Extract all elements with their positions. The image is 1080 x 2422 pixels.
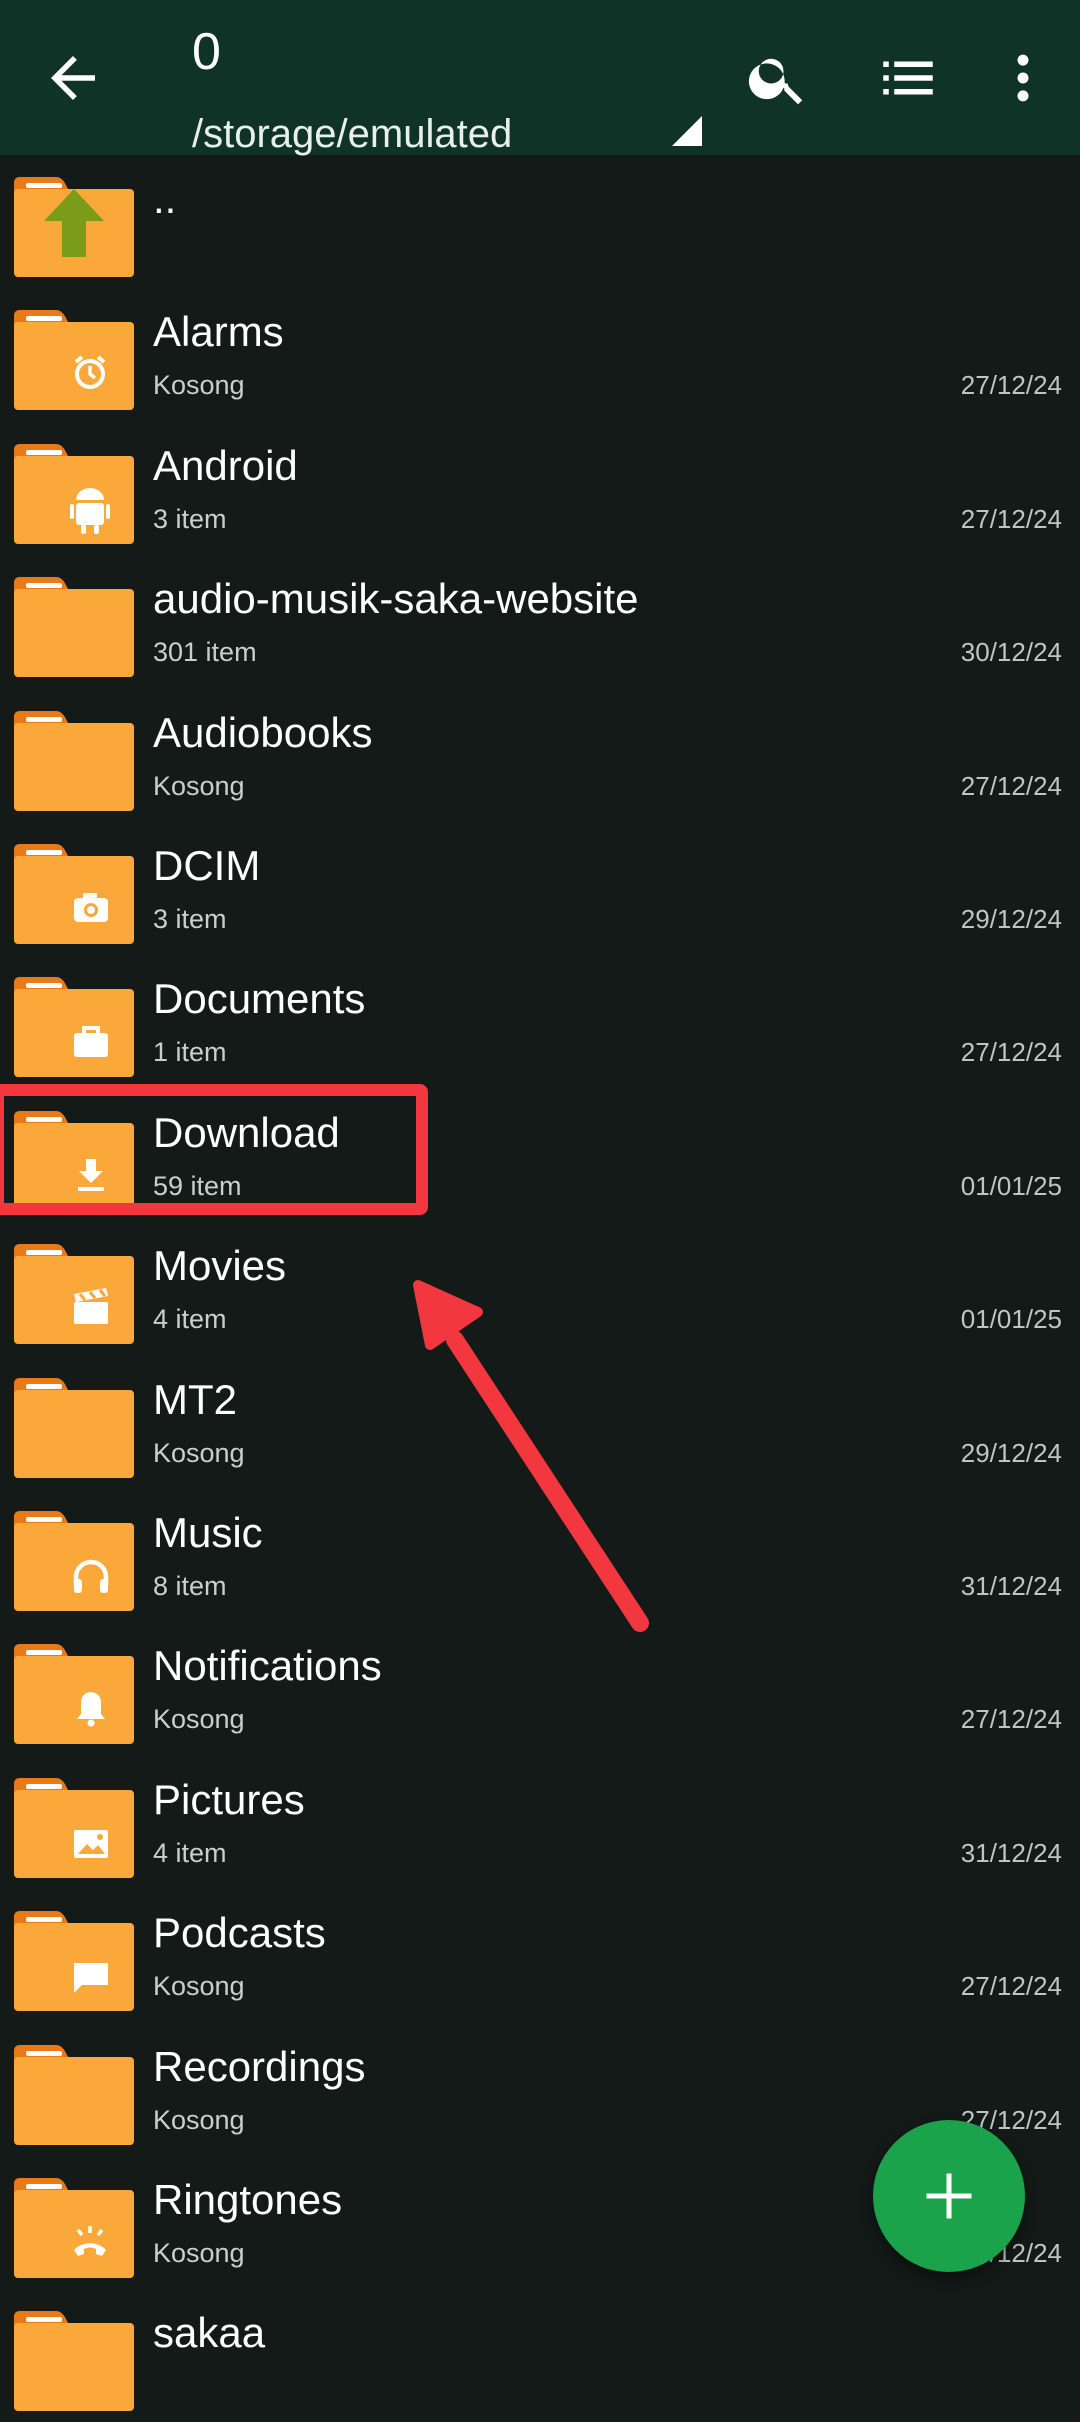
folder-date: 30/12/24 xyxy=(960,637,1062,667)
folder-item-count: 3 item xyxy=(153,904,227,934)
folder-item-count: Kosong xyxy=(153,1971,245,2001)
folder-row[interactable]: MT2 Kosong 29/12/24 xyxy=(0,1356,1080,1489)
folder-item-count: 301 item xyxy=(153,637,257,667)
more-vert-icon[interactable] xyxy=(990,45,1056,111)
folder-name: Podcasts xyxy=(153,1909,326,1956)
ringtone-folder-icon xyxy=(12,2176,136,2280)
folder-date: 27/12/24 xyxy=(960,1704,1062,1734)
folder-name: MT2 xyxy=(153,1376,237,1423)
folder-date: 01/01/25 xyxy=(960,1304,1062,1334)
folder-name: Music xyxy=(153,1509,263,1556)
app-bar: 0 /storage/emulated xyxy=(0,0,1080,156)
folder-date: 29/12/24 xyxy=(960,1438,1062,1468)
folder-title: 0 xyxy=(192,23,221,81)
folder-name: sakaa xyxy=(153,2309,266,2356)
folder-date: 27/12/24 xyxy=(960,504,1062,534)
folder-row[interactable]: Podcasts Kosong 27/12/24 xyxy=(0,1889,1080,2022)
clapper-folder-icon xyxy=(12,1242,136,1346)
folder-name: Notifications xyxy=(153,1642,382,1689)
folder-name: Pictures xyxy=(153,1776,305,1823)
briefcase-folder-icon xyxy=(12,975,136,1079)
folder-item-count: 4 item xyxy=(153,1304,227,1334)
folder-item-count: Kosong xyxy=(153,2238,245,2268)
folder-name: Movies xyxy=(153,1242,287,1289)
folder-date: 01/01/25 xyxy=(960,1171,1062,1201)
folder-row[interactable]: Alarms Kosong 27/12/24 xyxy=(0,288,1080,421)
folder-date: 29/12/24 xyxy=(960,904,1062,934)
folder-row[interactable]: Pictures 4 item 31/12/24 xyxy=(0,1756,1080,1889)
folder-row[interactable]: Music 8 item 31/12/24 xyxy=(0,1489,1080,1622)
folder-item-count: Kosong xyxy=(153,1704,245,1734)
android-folder-icon xyxy=(12,442,136,546)
folder-name: Ringtones xyxy=(153,2176,343,2223)
folder-icon xyxy=(12,2043,136,2147)
folder-name: Documents xyxy=(153,975,366,1022)
dropdown-corner-icon xyxy=(672,116,702,146)
folder-name: Android xyxy=(153,442,298,489)
list-view-icon[interactable] xyxy=(875,45,941,111)
download-highlight-box xyxy=(0,1084,428,1215)
folder-date: 27/12/24 xyxy=(960,1037,1062,1067)
folder-item-count: 4 item xyxy=(153,1838,227,1868)
folder-path: /storage/emulated xyxy=(192,112,513,156)
folder-row[interactable]: Audiobooks Kosong 27/12/24 xyxy=(0,689,1080,822)
folder-name: Alarms xyxy=(153,308,284,355)
image-folder-icon xyxy=(12,1776,136,1880)
parent-up-folder-icon xyxy=(12,175,136,279)
folder-date: 27/12/24 xyxy=(960,771,1062,801)
folder-row[interactable]: Notifications Kosong 27/12/24 xyxy=(0,1622,1080,1755)
folder-row[interactable]: DCIM 3 item 29/12/24 xyxy=(0,822,1080,955)
bell-folder-icon xyxy=(12,1642,136,1746)
folder-name: audio-musik-saka-website xyxy=(153,575,639,622)
folder-item-count: Kosong xyxy=(153,1438,245,1468)
folder-item-count: 3 item xyxy=(153,504,227,534)
folder-date: 31/12/24 xyxy=(960,1838,1062,1868)
folder-row[interactable]: Documents 1 item 27/12/24 xyxy=(0,955,1080,1088)
folder-row[interactable]: audio-musik-saka-website 301 item 30/12/24 xyxy=(0,555,1080,688)
headphones-folder-icon xyxy=(12,1509,136,1613)
chat-bubble-folder-icon xyxy=(12,1909,136,2013)
search-icon[interactable] xyxy=(745,45,811,111)
folder-icon xyxy=(12,709,136,813)
folder-date: 27/12/24 xyxy=(960,370,1062,400)
folder-item-count: 1 item xyxy=(153,1037,227,1067)
folder-icon xyxy=(12,1376,136,1480)
folder-row[interactable]: .. xyxy=(0,155,1080,288)
camera-folder-icon xyxy=(12,842,136,946)
arrow-back-icon[interactable] xyxy=(40,45,106,111)
folder-date: 27/12/24 xyxy=(960,1971,1062,2001)
folder-row[interactable]: Movies 4 item 01/01/25 xyxy=(0,1222,1080,1355)
folder-row[interactable]: sakaa xyxy=(0,2289,1080,2422)
folder-name: Recordings xyxy=(153,2043,366,2090)
folder-icon xyxy=(12,575,136,679)
folder-item-count: Kosong xyxy=(153,771,245,801)
folder-icon xyxy=(12,2309,136,2413)
folder-name: Audiobooks xyxy=(153,709,373,756)
folder-item-count: Kosong xyxy=(153,370,245,400)
folder-name: .. xyxy=(153,175,177,222)
folder-date: 31/12/24 xyxy=(960,1571,1062,1601)
alarm-folder-icon xyxy=(12,308,136,412)
add-button[interactable] xyxy=(873,2120,1025,2272)
folder-item-count: Kosong xyxy=(153,2105,245,2135)
plus-icon xyxy=(926,2173,972,2219)
folder-row[interactable]: Android 3 item 27/12/24 xyxy=(0,422,1080,555)
path-selector[interactable]: 0 /storage/emulated xyxy=(192,20,712,156)
folder-item-count: 8 item xyxy=(153,1571,227,1601)
folder-name: DCIM xyxy=(153,842,261,889)
